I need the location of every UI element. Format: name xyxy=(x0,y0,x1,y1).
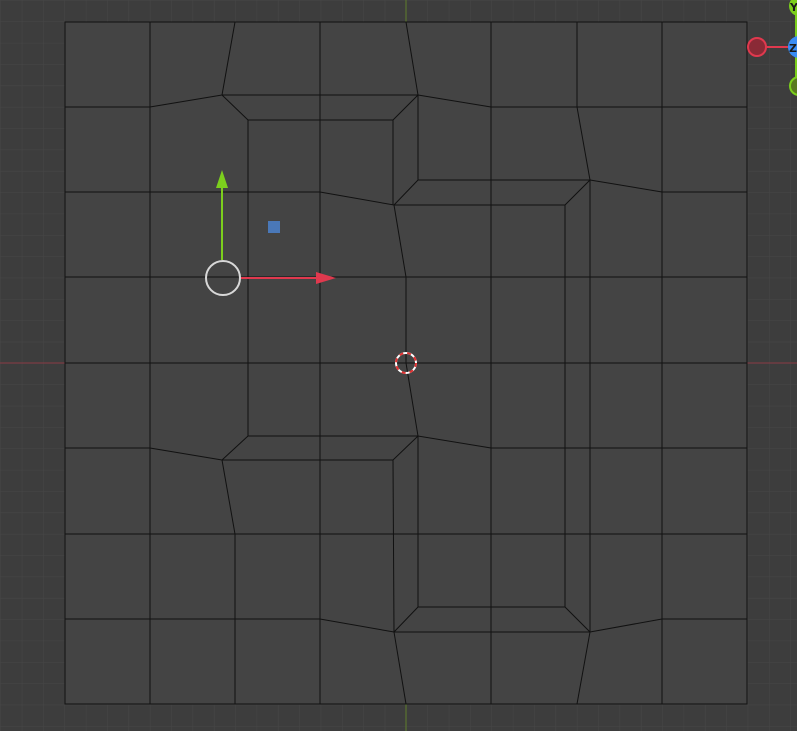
z-axis-label: Z xyxy=(789,42,797,55)
viewport-canvas[interactable]: Y Z xyxy=(0,0,797,731)
neg-x-axis-ball[interactable] xyxy=(747,37,767,57)
xy-plane-handle[interactable] xyxy=(268,221,280,233)
y-axis-label: Y xyxy=(789,1,797,14)
3d-viewport[interactable]: Y Z xyxy=(0,0,797,731)
